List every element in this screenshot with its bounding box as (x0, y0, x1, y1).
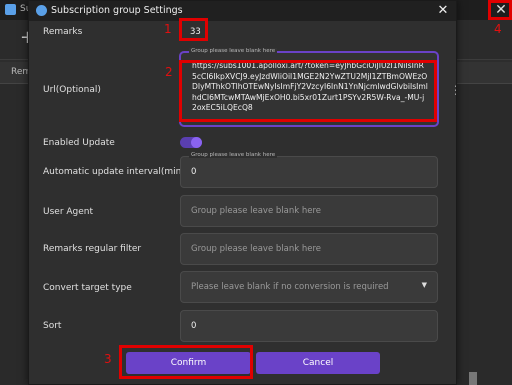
scrollbar-thumb[interactable] (469, 372, 477, 385)
user-agent-field[interactable]: Group please leave blank here (180, 195, 438, 227)
auto-interval-value: 0 (191, 167, 197, 177)
annotation-box-2 (179, 60, 437, 122)
auto-interval-field[interactable]: Group please leave blank here 0 (180, 152, 438, 188)
annotation-number-1: 1 (164, 22, 172, 36)
sort-value: 0 (191, 321, 197, 331)
sort-field[interactable]: 0 (180, 310, 438, 342)
subscription-group-settings-dialog: Subscription group Settings ✕ Remarks 33… (28, 0, 457, 385)
annotation-number-3: 3 (104, 352, 112, 366)
convert-type-select[interactable]: Please leave blank if no conversion is r… (180, 271, 438, 303)
enabled-update-toggle[interactable] (180, 137, 202, 148)
user-agent-placeholder: Group please leave blank here (191, 206, 322, 216)
dialog-title: Subscription group Settings (51, 5, 183, 16)
annotation-box-3 (119, 345, 253, 379)
annotation-number-2: 2 (165, 65, 173, 79)
auto-interval-legend: Group please leave blank here (189, 152, 278, 158)
url-label: Url(Optional) (43, 85, 101, 95)
remarks-label: Remarks (43, 27, 83, 37)
cancel-button[interactable]: Cancel (256, 352, 380, 374)
enabled-update-label: Enabled Update (43, 138, 115, 148)
remarks-filter-label: Remarks regular filter (43, 244, 142, 254)
remarks-field[interactable]: 33 (180, 21, 438, 43)
annotation-box-4 (488, 0, 512, 20)
annotation-number-4: 4 (494, 22, 502, 36)
convert-type-label: Convert target type (43, 283, 132, 293)
remarks-filter-placeholder: Group please leave blank here (191, 244, 322, 254)
app-icon (5, 4, 16, 15)
user-agent-label: User Agent (43, 207, 94, 217)
dialog-app-icon (36, 5, 47, 16)
url-legend: Group please leave blank here (189, 48, 278, 54)
toggle-knob (191, 137, 202, 148)
remarks-filter-field[interactable]: Group please leave blank here (180, 233, 438, 265)
annotation-box-1 (179, 18, 208, 41)
sort-label: Sort (43, 321, 62, 331)
more-options-icon[interactable]: ⋮ (450, 83, 456, 97)
chevron-down-icon: ▼ (421, 281, 427, 289)
dialog-close-icon[interactable]: ✕ (433, 2, 453, 20)
convert-type-placeholder: Please leave blank if no conversion is r… (191, 282, 389, 292)
